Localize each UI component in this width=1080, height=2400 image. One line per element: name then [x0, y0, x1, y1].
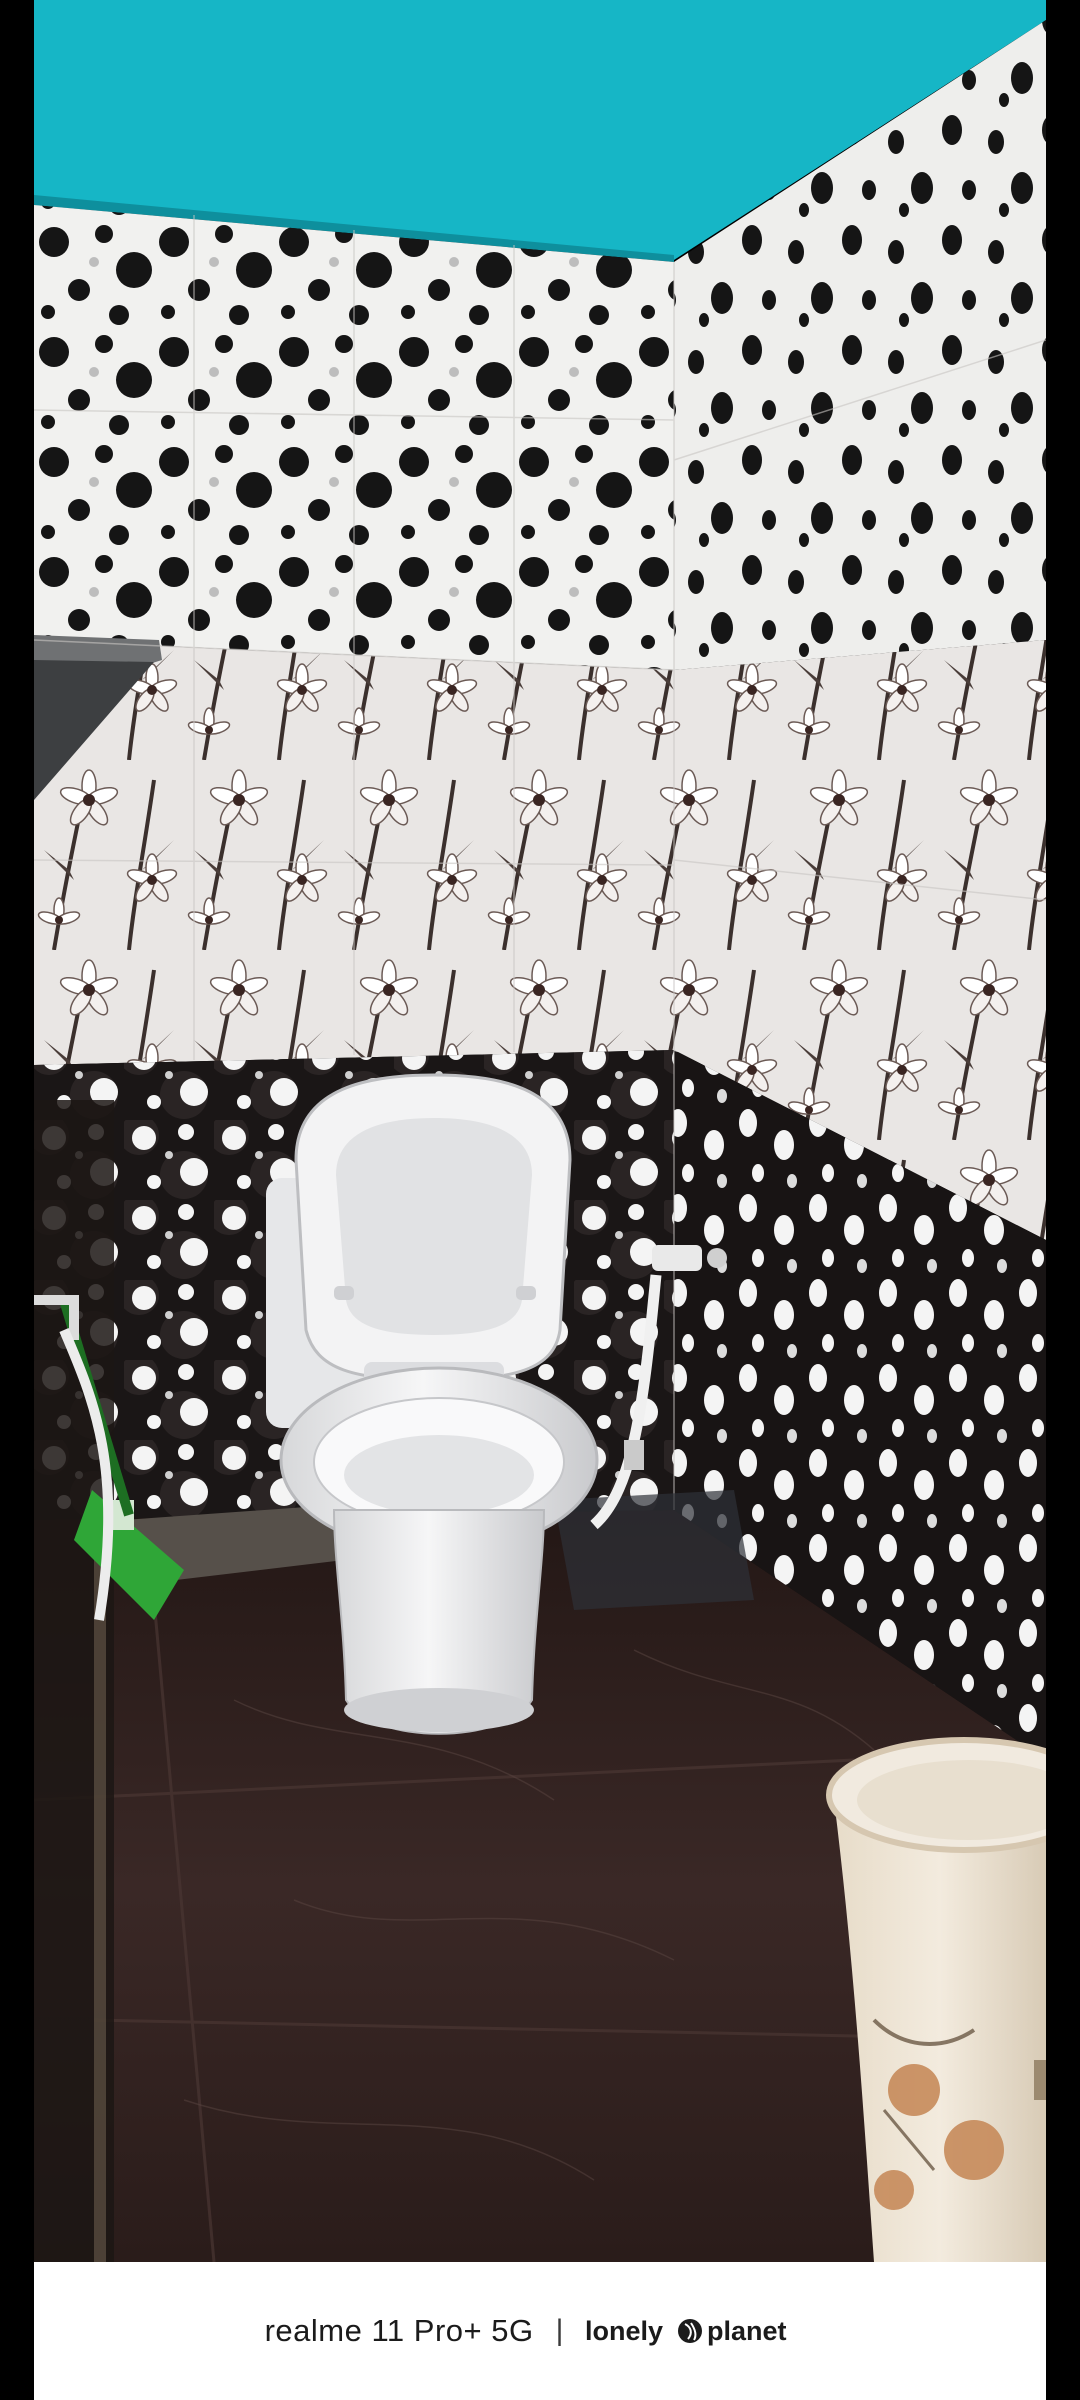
photo-viewer: realme 11 Pro+ 5G | lonely planet	[0, 0, 1080, 2400]
svg-text:lonely: lonely	[585, 2316, 663, 2346]
camera-watermark: realme 11 Pro+ 5G | lonely planet	[34, 2262, 1046, 2400]
bathroom-photo	[34, 0, 1046, 2262]
watermark-separator: |	[555, 2314, 564, 2347]
lonely-planet-logo: lonely planet	[585, 2311, 815, 2351]
device-label: realme 11 Pro+ 5G	[264, 2313, 534, 2348]
svg-text:planet: planet	[707, 2316, 787, 2346]
